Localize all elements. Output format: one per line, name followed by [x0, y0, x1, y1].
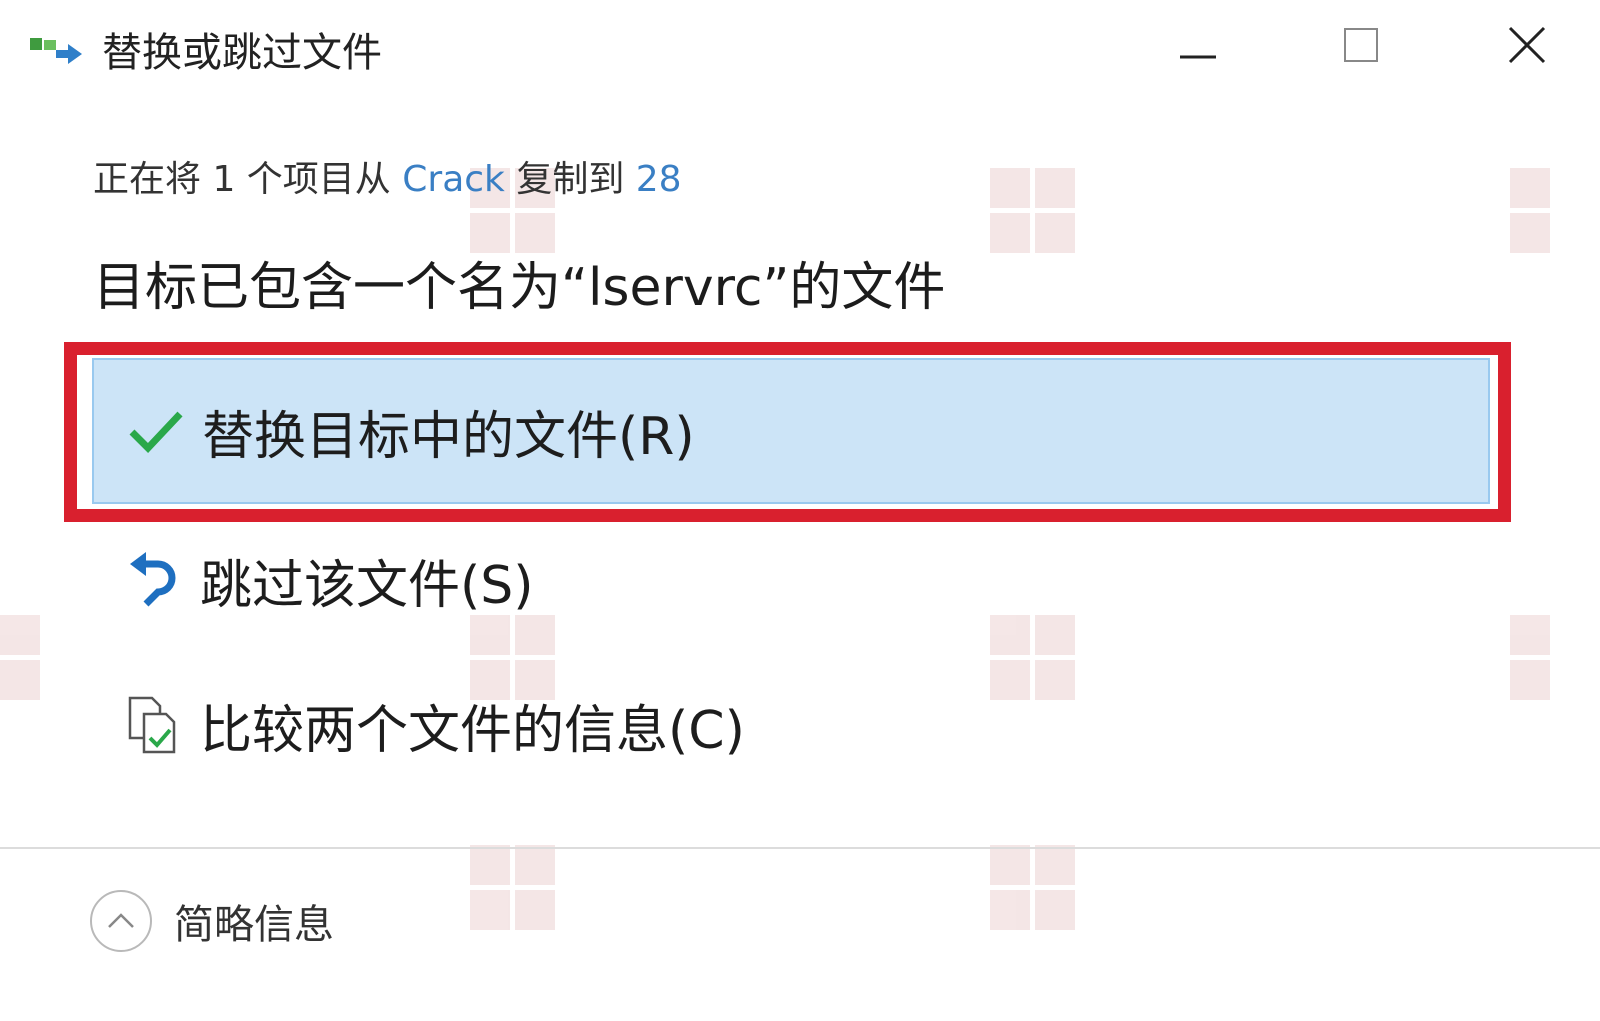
fewer-details-button[interactable]: 简略信息	[90, 890, 334, 952]
close-icon	[1508, 26, 1546, 64]
chevron-circle	[90, 890, 152, 952]
copy-status-text: 正在将 1 个项目从 Crack 复制到 28	[93, 150, 682, 202]
checkmark-icon	[129, 411, 183, 454]
close-button[interactable]	[1494, 14, 1560, 76]
minimize-button[interactable]	[1165, 14, 1231, 76]
minimize-icon	[1180, 55, 1216, 59]
footer-divider	[0, 847, 1600, 849]
replace-file-label: 替换目标中的文件(R)	[202, 406, 695, 467]
replace-file-option[interactable]: 替换目标中的文件(R)	[92, 358, 1490, 504]
maximize-button[interactable]	[1328, 14, 1394, 76]
fewer-details-label: 简略信息	[174, 902, 334, 948]
skip-file-label: 跳过该文件(S)	[200, 555, 534, 616]
source-folder-link[interactable]: Crack	[402, 159, 505, 200]
compare-files-icon	[128, 696, 176, 754]
status-middle: 复制到	[504, 159, 636, 200]
chevron-up-icon	[108, 913, 134, 928]
conflict-heading: 目标已包含一个名为“lservrc”的文件	[93, 258, 946, 318]
copy-progress-icon	[30, 38, 82, 64]
destination-folder-link[interactable]: 28	[636, 159, 682, 200]
status-prefix: 正在将 1 个项目从	[93, 159, 403, 200]
skip-arrow-icon	[130, 552, 176, 607]
skip-file-option[interactable]: 跳过该文件(S)	[92, 505, 1512, 655]
title-bar: 替换或跳过文件	[0, 0, 1600, 92]
compare-files-label: 比较两个文件的信息(C)	[200, 700, 745, 761]
maximize-icon	[1344, 28, 1378, 62]
window-title: 替换或跳过文件	[102, 30, 382, 76]
compare-files-option[interactable]: 比较两个文件的信息(C)	[92, 650, 1512, 800]
